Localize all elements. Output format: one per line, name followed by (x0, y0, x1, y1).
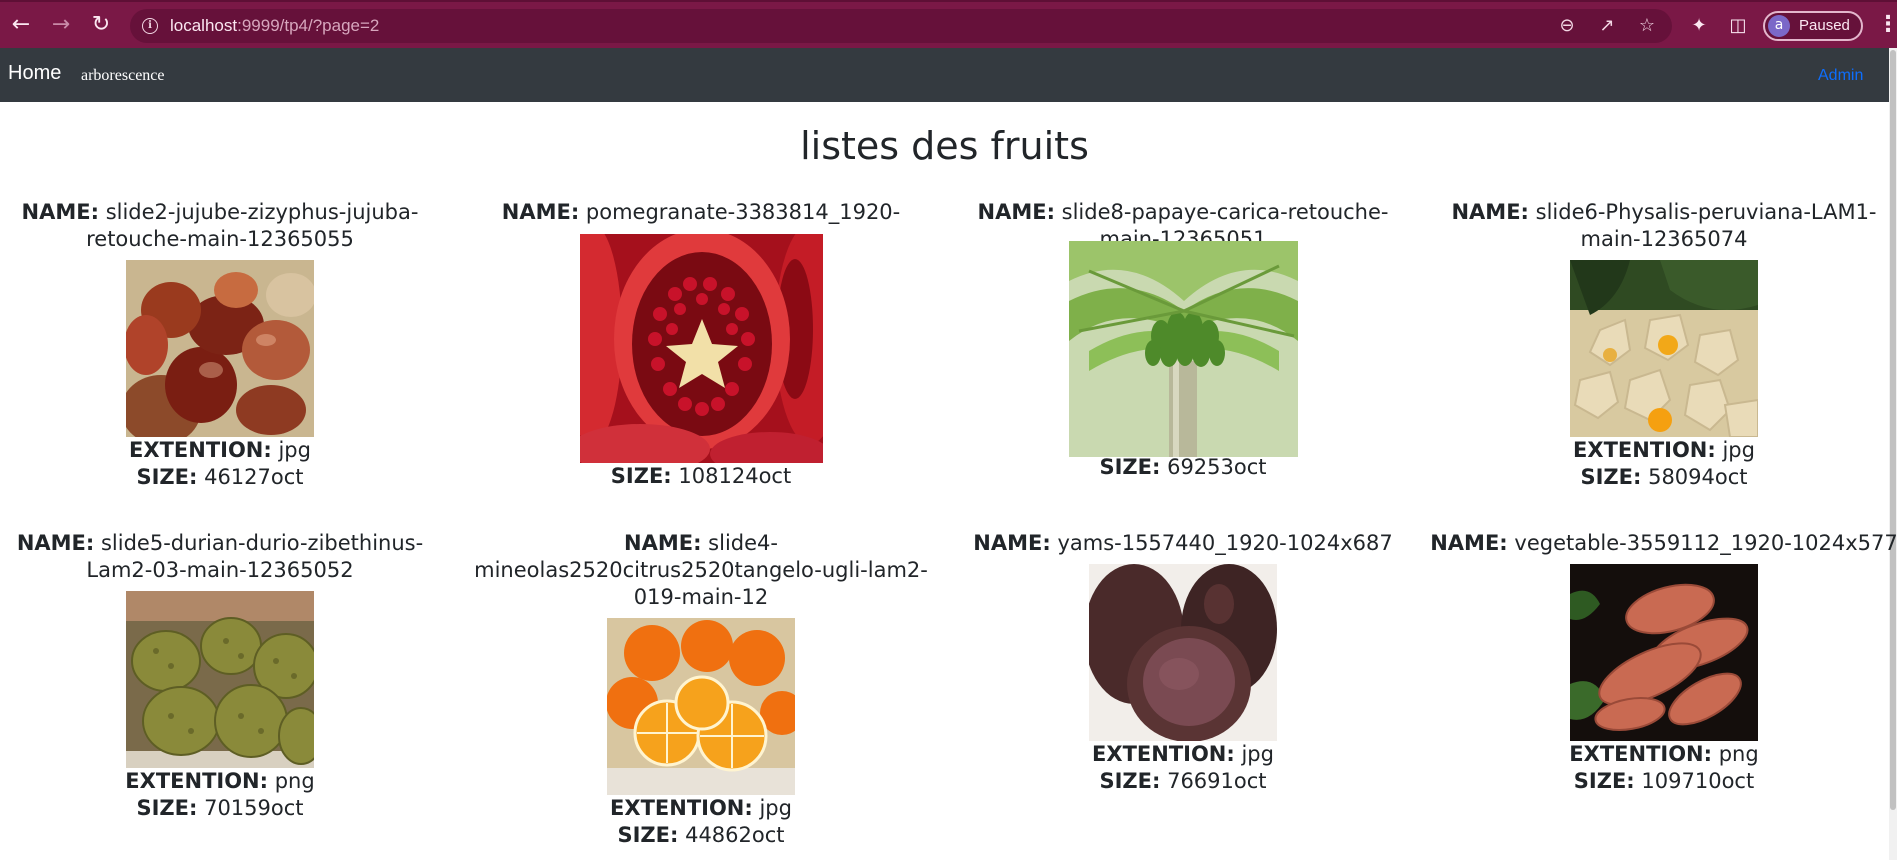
jujube-photo (126, 260, 314, 437)
fruit-size: SIZE: 76691oct (1099, 769, 1267, 793)
forward-arrow-icon[interactable]: → (46, 10, 76, 40)
url-text: localhost:9999/tp4/?page=2 (170, 16, 380, 35)
fruit-extension: EXTENTION: jpg (129, 438, 311, 462)
site-navbar: Home arborescence Admin (0, 48, 1897, 102)
fruit-card: NAME: vegetable-3559112_1920-1024x577 EX… (1429, 530, 1897, 795)
fruit-card: NAME: pomegranate-3383814_1920-1024x683 … (466, 199, 936, 490)
fruit-name: NAME: slide2-jujube-zizyphus-jujuba-reto… (21, 200, 419, 251)
fruit-size: SIZE: 58094oct (1580, 465, 1748, 489)
fruit-extension: EXTENTION: jpg (610, 796, 792, 820)
fruit-extension: EXTENTION: jpg (1573, 438, 1755, 462)
back-arrow-icon[interactable]: ← (6, 10, 36, 40)
fruit-card: NAME: slide4-mineolas2520citrus2520tange… (466, 530, 936, 849)
page-title: listes des fruits (800, 124, 1089, 168)
fruit-card: NAME: yams-1557440_1920-1024x687 EXTENTI… (948, 530, 1418, 795)
fruit-card: NAME: slide5-durian-durio-zibethinus-Lam… (0, 530, 455, 822)
yams-photo (1089, 564, 1277, 741)
home-link[interactable]: Home (8, 62, 61, 85)
avatar: a (1768, 15, 1790, 37)
fruit-name: NAME: slide4-mineolas2520citrus2520tange… (474, 531, 928, 609)
fruit-name: NAME: slide6-Physalis-peruviana-LAM1-mai… (1451, 200, 1877, 251)
reload-icon[interactable]: ↻ (86, 10, 116, 40)
admin-link[interactable]: Admin (1818, 67, 1863, 85)
share-icon[interactable]: ↗ (1596, 15, 1618, 37)
fruit-size: SIZE: 70159oct (136, 796, 304, 820)
physalis-photo (1570, 260, 1758, 437)
durian-photo (126, 591, 314, 768)
fruit-extension: EXTENTION: png (1569, 742, 1759, 766)
bookmark-star-icon[interactable]: ☆ (1636, 15, 1658, 37)
fruit-card: NAME: slide6-Physalis-peruviana-LAM1-mai… (1429, 199, 1897, 491)
site-info-icon[interactable]: i (142, 18, 158, 34)
address-bar[interactable]: i localhost:9999/tp4/?page=2 ⊖ ↗ ☆ (130, 9, 1672, 43)
browser-toolbar: ← → ↻ i localhost:9999/tp4/?page=2 ⊖ ↗ ☆… (0, 0, 1897, 48)
fruit-size: SIZE: 44862oct (617, 823, 785, 847)
oranges-photo (607, 618, 795, 795)
fruit-extension: EXTENTION: jpg (1092, 742, 1274, 766)
profile-status-label: Paused (1799, 17, 1850, 34)
fruit-name: NAME: vegetable-3559112_1920-1024x577 (1430, 531, 1897, 555)
extensions-puzzle-icon[interactable]: ✦ (1687, 14, 1711, 38)
side-panel-icon[interactable]: ◫ (1726, 14, 1750, 38)
sweet-potato-photo (1570, 564, 1758, 741)
fruit-size: SIZE: 69253oct (1099, 455, 1267, 479)
arborescence-link[interactable]: arborescence (81, 67, 165, 85)
fruit-name: NAME: pomegranate-3383814_1920-1024x683 (501, 200, 901, 224)
fruit-size: SIZE: 108124oct (610, 464, 792, 488)
fruit-card: NAME: slide8-papaye-carica-retouche-main… (948, 199, 1418, 481)
fruit-size: SIZE: 109710oct (1573, 769, 1755, 793)
papaya-tree-photo (1068, 241, 1298, 457)
browser-menu-icon[interactable]: ⋮ (1877, 14, 1897, 38)
fruit-extension: EXTENTION: png (125, 769, 315, 793)
pomegranate-photo (579, 234, 823, 463)
fruit-size: SIZE: 46127oct (136, 465, 304, 489)
fruit-card: NAME: slide2-jujube-zizyphus-jujuba-reto… (0, 199, 455, 491)
profile-button[interactable]: a Paused (1763, 11, 1863, 41)
fruit-name: NAME: slide5-durian-durio-zibethinus-Lam… (16, 531, 424, 582)
zoom-out-icon[interactable]: ⊖ (1556, 15, 1578, 37)
fruit-name: NAME: yams-1557440_1920-1024x687 (973, 531, 1393, 555)
